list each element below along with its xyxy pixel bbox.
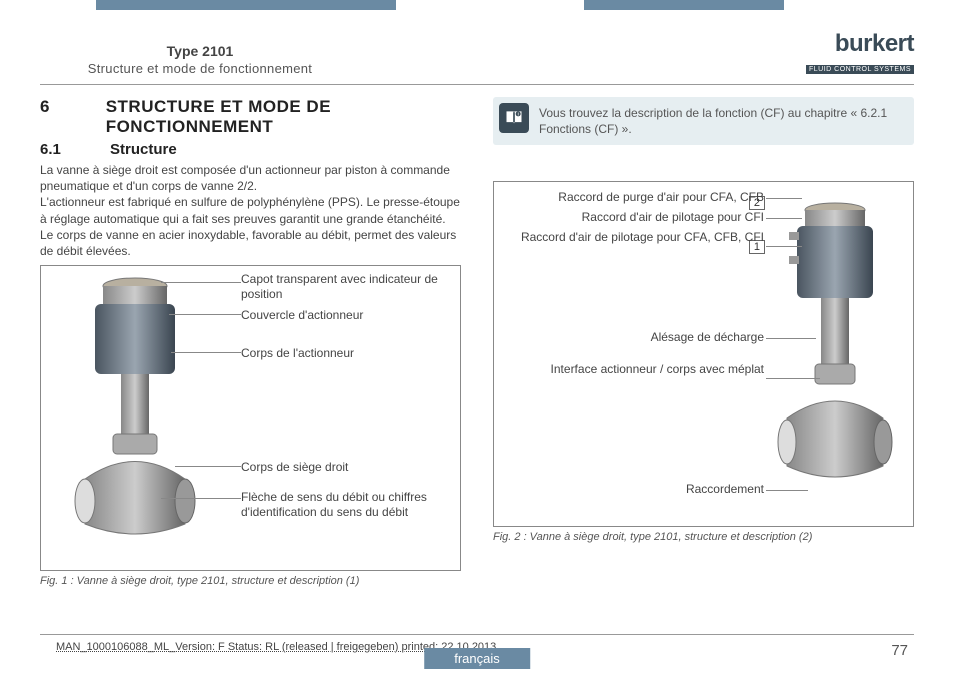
top-accent-left (96, 0, 396, 10)
header-rule (40, 84, 914, 85)
info-note: i Vous trouvez la description de la fonc… (493, 97, 914, 145)
language-tab: français (424, 648, 530, 669)
leader-line (766, 246, 802, 247)
leader-line (766, 338, 816, 339)
leader-line (766, 378, 820, 379)
svg-text:i: i (518, 112, 519, 117)
figure-2-caption: Fig. 2 : Vanne à siège droit, type 2101,… (493, 531, 914, 543)
page-header: Type 2101 Structure et mode de fonctionn… (40, 16, 914, 76)
figure-1: Capot transparent avec indicateur de pos… (40, 265, 461, 571)
fig2-label-2: Raccord d'air de pilotage pour CFI (504, 210, 764, 224)
page-top-tabs (0, 0, 954, 10)
fig2-label-4: Alésage de décharge (504, 330, 764, 344)
valve-illustration-2 (775, 200, 895, 520)
logo-text: burkert (806, 30, 914, 58)
info-note-text: Vous trouvez la description de la foncti… (539, 106, 887, 136)
leader-line (766, 198, 802, 199)
heading-6-1-text: Structure (110, 141, 177, 158)
book-info-icon: i (499, 103, 529, 133)
page-number: 77 (891, 642, 908, 659)
fig2-label-3: Raccord d'air de pilotage pour CFA, CFB,… (504, 230, 764, 244)
fig1-label-2: Couvercle d'actionneur (241, 308, 363, 322)
heading-6-1-num: 6.1 (40, 141, 80, 158)
figure-1-caption: Fig. 1 : Vanne à siège droit, type 2101,… (40, 575, 461, 587)
paragraph-1: La vanne à siège droit est composée d'un… (40, 162, 461, 194)
fig2-label-6: Raccordement (504, 482, 764, 496)
fig1-label-5: Flèche de sens du débit ou chiffres d'id… (241, 490, 451, 519)
leader-line (169, 314, 241, 315)
leader-line (766, 218, 802, 219)
fig2-label-1: Raccord de purge d'air pour CFA, CFB (504, 190, 764, 204)
right-column: i Vous trouvez la description de la fonc… (493, 97, 914, 587)
doc-type: Type 2101 (40, 43, 360, 59)
heading-6-1: 6.1 Structure (40, 141, 461, 158)
brand-logo: burkert FLUID CONTROL SYSTEMS (806, 30, 914, 76)
section-name: Structure et mode de fonctionnement (40, 61, 360, 76)
leader-line (171, 352, 241, 353)
left-column: 6 STRUCTURE ET MODE DE FONCTIONNEMENT 6.… (40, 97, 461, 587)
leader-line (175, 466, 241, 467)
top-accent-right (584, 0, 784, 10)
leader-line (161, 282, 241, 283)
fig1-label-3: Corps de l'actionneur (241, 346, 354, 360)
logo-subtext: FLUID CONTROL SYSTEMS (806, 65, 914, 74)
valve-illustration-1 (65, 274, 205, 564)
figure-2: 2 1 Raccord de purge d'air pour CFA, CFB… (493, 181, 914, 527)
fig2-label-5: Interface actionneur / corps avec méplat (504, 362, 764, 376)
leader-line (161, 498, 241, 499)
fig1-label-1: Capot transparent avec indicateur de pos… (241, 272, 441, 301)
paragraph-2: L'actionneur est fabriqué en sulfure de … (40, 194, 461, 259)
leader-line (766, 490, 808, 491)
fig1-label-4: Corps de siège droit (241, 460, 348, 474)
heading-6: 6 STRUCTURE ET MODE DE FONCTIONNEMENT (40, 97, 461, 137)
heading-6-num: 6 (40, 97, 76, 137)
heading-6-text: STRUCTURE ET MODE DE FONCTIONNEMENT (106, 97, 461, 137)
footer-rule (40, 634, 914, 635)
